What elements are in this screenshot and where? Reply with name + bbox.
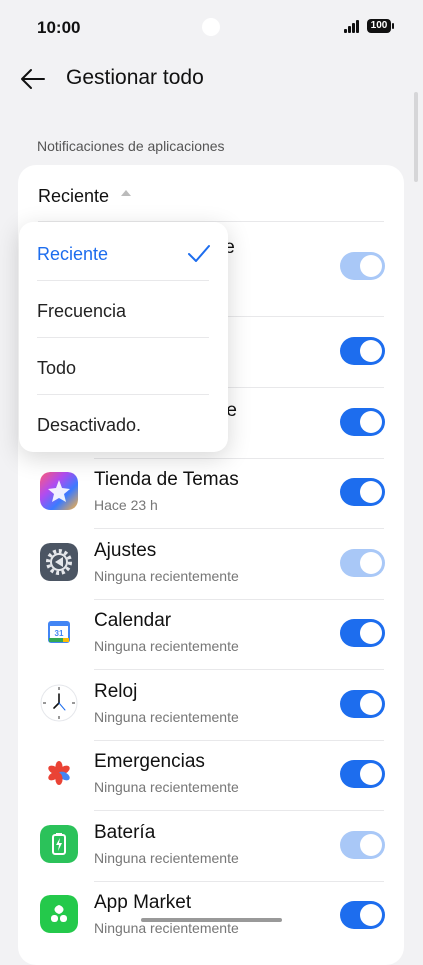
battery-indicator: 100: [367, 19, 394, 33]
sort-selector[interactable]: Reciente: [18, 165, 404, 222]
notification-toggle[interactable]: [340, 337, 385, 365]
back-arrow-icon: [21, 69, 45, 89]
app-name: Batería: [94, 822, 156, 843]
notification-toggle[interactable]: [340, 408, 385, 436]
list-item[interactable]: Reloj Ninguna recientemente: [18, 670, 404, 740]
section-label: Notificaciones de aplicaciones: [37, 138, 225, 154]
app-name: Ajustes: [94, 540, 157, 561]
sort-label: Reciente: [38, 186, 110, 206]
notification-toggle[interactable]: [340, 831, 385, 859]
sort-option-desactivado[interactable]: Desactivado.: [19, 395, 228, 452]
notification-toggle[interactable]: [340, 901, 385, 929]
sort-option-label: Frecuencia: [37, 301, 127, 321]
app-subtitle: Ninguna recientemente: [94, 568, 239, 584]
calendar-icon: 31: [40, 613, 78, 651]
list-item[interactable]: Ajustes Ninguna recientemente: [18, 529, 404, 599]
list-item[interactable]: Emergencias Ninguna recientemente: [18, 740, 404, 810]
app-subtitle: Ninguna recientemente: [94, 709, 239, 725]
sort-option-label: Reciente: [37, 244, 109, 264]
notification-toggle[interactable]: [340, 619, 385, 647]
notification-toggle[interactable]: [340, 478, 385, 506]
checkmark-icon: [188, 245, 210, 262]
app-name: Reloj: [94, 681, 138, 702]
app-header: Gestionar todo: [0, 56, 423, 104]
list-item[interactable]: 31 Calendar Ninguna recientemente: [18, 599, 404, 669]
caret-up-icon: [121, 190, 131, 196]
page-title: Gestionar todo: [66, 66, 204, 89]
app-subtitle: Hace 23 h: [94, 497, 158, 513]
status-time: 10:00: [37, 18, 81, 37]
notification-toggle[interactable]: [340, 252, 385, 280]
app-subtitle: Ninguna recientemente: [94, 779, 239, 795]
app-name: Calendar: [94, 610, 172, 631]
list-item[interactable]: Batería Ninguna recientemente: [18, 811, 404, 881]
sort-option-todo[interactable]: Todo: [19, 338, 228, 395]
app-name: Tienda de Temas: [94, 469, 239, 490]
back-button[interactable]: [18, 64, 48, 94]
emergency-icon: [40, 754, 78, 792]
sort-option-reciente[interactable]: Reciente: [19, 224, 228, 281]
app-subtitle: Ninguna recientemente: [94, 920, 239, 936]
app-subtitle: Ninguna recientemente: [94, 850, 239, 866]
theme-store-icon: [40, 472, 78, 510]
list-item[interactable]: App Market Ninguna recientemente: [18, 881, 404, 951]
status-bar: 10:00 100: [0, 0, 423, 56]
clock-icon: [40, 684, 78, 722]
app-name: App Market: [94, 892, 192, 913]
app-market-icon: [40, 895, 78, 933]
notification-toggle[interactable]: [340, 760, 385, 788]
sort-option-label: Desactivado.: [37, 415, 142, 435]
battery-icon: [40, 825, 78, 863]
signal-icon: [344, 20, 360, 33]
scrollbar[interactable]: [414, 92, 418, 182]
notification-toggle[interactable]: [340, 690, 385, 718]
home-indicator[interactable]: [141, 918, 282, 922]
notification-toggle[interactable]: [340, 549, 385, 577]
camera-cutout: [202, 18, 220, 36]
sort-option-frecuencia[interactable]: Frecuencia: [19, 281, 228, 338]
sort-menu: Reciente Frecuencia Todo Desactivado.: [19, 222, 228, 452]
settings-gear-icon: [40, 543, 78, 581]
list-item[interactable]: Tienda de Temas Hace 23 h: [18, 458, 404, 528]
sort-option-label: Todo: [37, 358, 77, 378]
svg-text:31: 31: [55, 629, 64, 638]
app-name: Emergencias: [94, 751, 205, 772]
app-subtitle: Ninguna recientemente: [94, 638, 239, 654]
